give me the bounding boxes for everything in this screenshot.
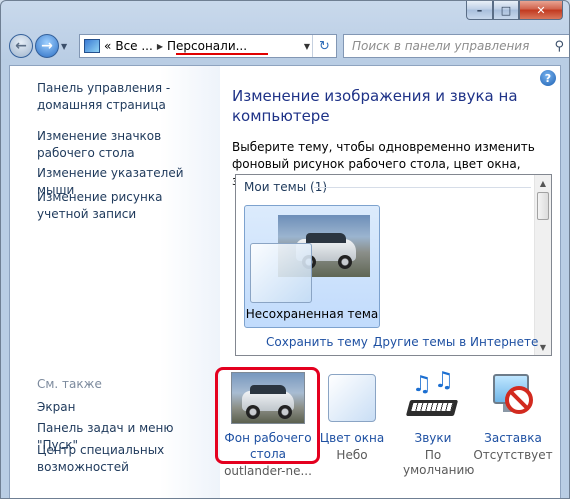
caption-buttons: – □ ✕ <box>466 1 563 20</box>
address-dropdown-icon[interactable]: ▼ <box>304 42 310 51</box>
sidebar-item-desktop-icons[interactable]: Изменение значков рабочего стола <box>37 128 217 162</box>
see-also-display[interactable]: Экран <box>37 399 217 416</box>
scroll-thumb[interactable] <box>537 192 549 220</box>
search-placeholder: Поиск в панели управления <box>352 39 530 53</box>
recent-pages-dropdown[interactable]: ▼ <box>61 42 73 51</box>
red-highlight-annotation <box>215 367 320 464</box>
maximize-button[interactable]: □ <box>493 1 519 20</box>
sidebar-item-home[interactable]: Панель управления - домашняя страница <box>37 80 217 114</box>
unsaved-theme-tile[interactable]: Несохраненная тема <box>244 205 380 328</box>
address-bar[interactable]: « Все ... ▶ Персонали... ▼ ↻ <box>79 34 337 58</box>
control-panel-icon <box>84 39 100 53</box>
scroll-up-icon[interactable]: ▲ <box>535 175 551 191</box>
content-area: Панель управления - домашняя страница Из… <box>9 65 561 498</box>
red-underline-annotation <box>176 53 268 55</box>
minimize-button[interactable]: – <box>466 1 493 20</box>
breadcrumb-separator-icon[interactable]: ▶ <box>157 42 163 51</box>
control-panel-window: – □ ✕ ← → ▼ « Все ... ▶ Персонали... ▼ ↻… <box>0 0 570 499</box>
screensaver-value: Отсутствует <box>473 448 553 462</box>
group-divider <box>314 187 531 188</box>
refresh-button[interactable]: ↻ <box>312 35 336 57</box>
themes-list[interactable]: Мои темы (1) Несохраненная тема ▲ ▼ Сохр… <box>235 174 552 356</box>
breadcrumb-all-items[interactable]: Все ... <box>115 39 152 53</box>
window-color-preview <box>250 243 312 303</box>
screensaver-item[interactable]: Заставка Отсутствует <box>463 368 563 478</box>
window-color-icon <box>328 374 376 422</box>
see-also-heading: См. также <box>37 377 102 391</box>
back-arrow-icon: ← <box>15 38 27 54</box>
back-button[interactable]: ← <box>9 34 33 58</box>
themes-scrollbar[interactable]: ▲ ▼ <box>534 175 551 355</box>
search-input[interactable]: Поиск в панели управления ⚲ <box>343 34 569 58</box>
navigation-bar: ← → ▼ « Все ... ▶ Персонали... ▼ ↻ Поиск… <box>9 31 569 61</box>
forward-arrow-icon: → <box>41 38 53 54</box>
close-button[interactable]: ✕ <box>519 1 563 20</box>
help-icon[interactable]: ? <box>540 70 556 86</box>
page-title: Изменение изображения и звука на компьют… <box>232 87 518 125</box>
sounds-icon: ♫ ♫ <box>405 368 460 426</box>
sidebar: Панель управления - домашняя страница Из… <box>10 66 220 498</box>
online-themes-link[interactable]: Другие темы в Интернете <box>373 335 538 349</box>
see-also-ease-of-access[interactable]: Центр специальных возможностей <box>37 442 217 476</box>
save-theme-link[interactable]: Сохранить тему <box>266 335 368 349</box>
screensaver-icon <box>487 372 539 424</box>
breadcrumb-overflow[interactable]: « <box>104 39 111 53</box>
sidebar-item-account-picture[interactable]: Изменение рисунка учетной записи <box>37 189 217 223</box>
forward-button[interactable]: → <box>35 34 59 58</box>
breadcrumb-personalization[interactable]: Персонали... <box>167 39 247 53</box>
search-icon[interactable]: ⚲ <box>554 39 564 54</box>
screensaver-label[interactable]: Заставка <box>463 430 563 446</box>
sounds-value: По умолчанию <box>403 448 475 477</box>
theme-name: Несохраненная тема <box>245 307 379 321</box>
